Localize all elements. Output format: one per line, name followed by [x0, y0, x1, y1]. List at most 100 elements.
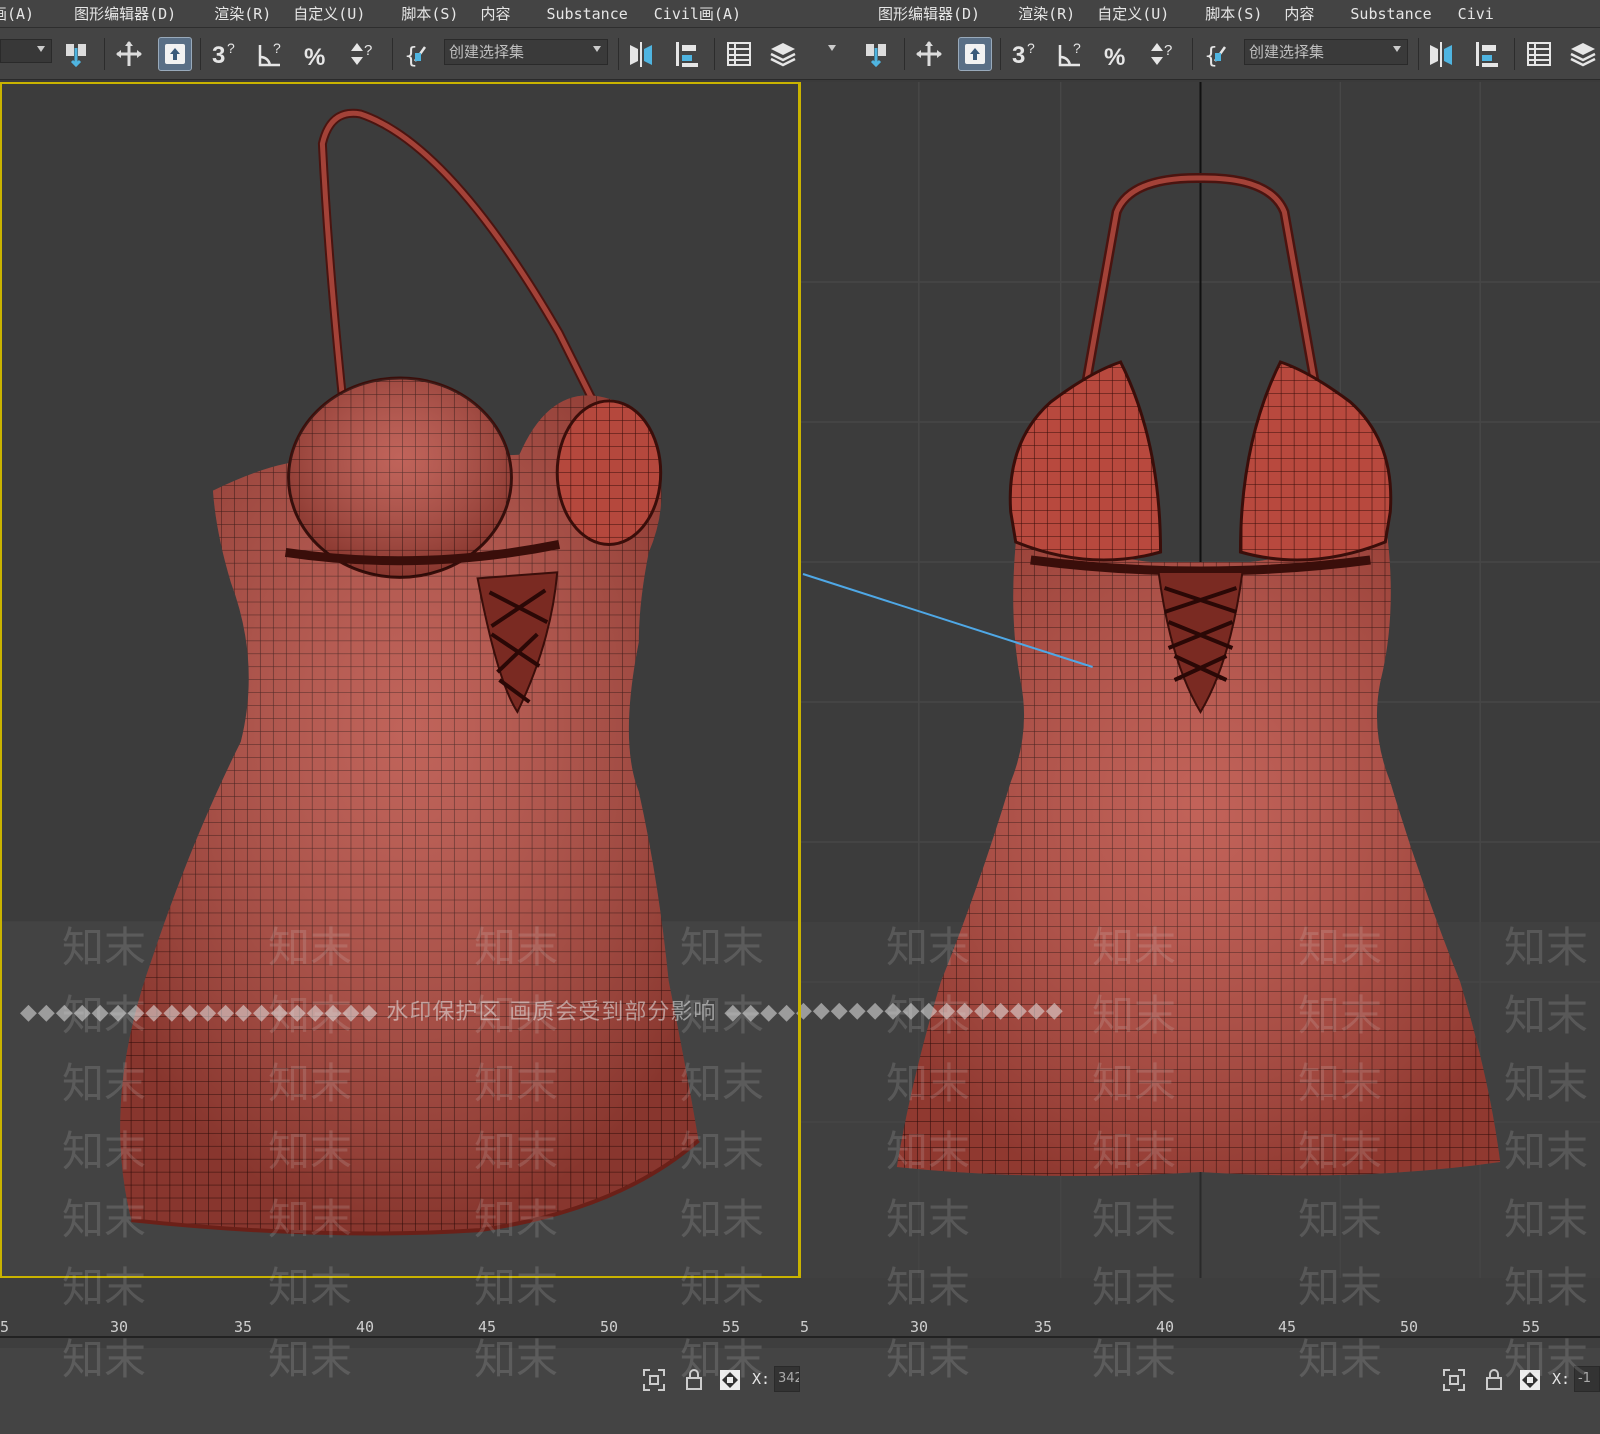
svg-text:?: ? [1027, 40, 1035, 56]
named-selection-icon[interactable]: { [1200, 37, 1234, 71]
scene-explorer-icon[interactable] [722, 37, 756, 71]
right-window: 图形编辑器(D) 渲染(R) 自定义(U) 脚本(S) 内容 Substance… [800, 0, 1600, 1434]
angle-snap-icon[interactable]: ? [254, 37, 288, 71]
menu-animation[interactable]: 画(A) [0, 3, 56, 24]
left-window: 画(A) 图形编辑器(D) 渲染(R) 自定义(U) 脚本(S) 内容 Subs… [0, 0, 800, 1434]
main-toolbar: 3? ? % ? { 创建选择集 [0, 28, 800, 80]
menu-bar: 图形编辑器(D) 渲染(R) 自定义(U) 脚本(S) 内容 Substance… [800, 0, 1600, 28]
svg-text:3: 3 [1012, 42, 1025, 69]
snap-3d-icon[interactable]: 3? [208, 37, 242, 71]
tick-label: 35 [1034, 1318, 1053, 1336]
tick-label: 35 [234, 1318, 253, 1336]
x-coordinate-value: -1 [1578, 1371, 1591, 1386]
selection-set-dropdown[interactable]: 创建选择集 [1244, 39, 1408, 65]
menu-rendering[interactable]: 渲染(R) [1018, 3, 1097, 24]
selection-lock-icon[interactable] [1442, 1368, 1466, 1392]
menu-bar: 画(A) 图形编辑器(D) 渲染(R) 自定义(U) 脚本(S) 内容 Subs… [0, 0, 800, 28]
menu-content[interactable]: 内容 [1284, 3, 1336, 24]
svg-text:3: 3 [212, 42, 225, 69]
align-icon[interactable] [1470, 37, 1504, 71]
tick-label: 30 [110, 1318, 129, 1336]
percent-snap-icon[interactable]: % [1100, 37, 1134, 71]
svg-text:?: ? [273, 40, 281, 56]
tick-label: 5 [0, 1318, 10, 1336]
svg-text:?: ? [364, 42, 372, 59]
tick-label: 55 [722, 1318, 741, 1336]
angle-snap-icon[interactable]: ? [1054, 37, 1088, 71]
x-coordinate-value: 342 [778, 1371, 799, 1386]
viewport-front[interactable]: ◆◆◆◆◆◆◆◆◆◆◆◆◆◆◆◆◆◆◆◆ 水印保护区 画质会受到部分影响 ◆◆◆… [800, 82, 1600, 1278]
menu-civil-view[interactable]: Civil画(A) [654, 3, 763, 24]
tick-label: 45 [478, 1318, 497, 1336]
x-coordinate-field[interactable]: -1 [1574, 1366, 1600, 1392]
mirror-icon[interactable] [624, 37, 658, 71]
select-link-icon[interactable] [60, 37, 94, 71]
chevron-down-icon [37, 46, 45, 52]
spinner-snap-icon[interactable]: ? [346, 37, 380, 71]
menu-scripting[interactable]: 脚本(S) [401, 3, 480, 24]
chevron-down-icon [1393, 46, 1401, 52]
spinner-snap-icon[interactable]: ? [1146, 37, 1180, 71]
dress-model-front [801, 82, 1600, 1278]
scene-explorer-icon[interactable] [1522, 37, 1556, 71]
selection-filter-dropdown[interactable] [800, 39, 842, 63]
move-icon[interactable] [112, 37, 146, 71]
lock-icon[interactable] [1482, 1368, 1506, 1392]
named-selection-icon[interactable]: { [400, 37, 434, 71]
time-slider[interactable]: 5 30 35 40 45 50 55 [0, 1278, 800, 1348]
menu-customize[interactable]: 自定义(U) [293, 3, 387, 24]
menu-graph-editors[interactable]: 图形编辑器(D) [74, 3, 198, 24]
layer-icon[interactable] [1566, 37, 1600, 71]
snap-3d-icon[interactable]: 3? [1008, 37, 1042, 71]
menu-scripting[interactable]: 脚本(S) [1205, 3, 1284, 24]
time-slider[interactable]: 5 30 35 40 45 50 55 [800, 1278, 1600, 1348]
chevron-down-icon [593, 46, 601, 52]
selection-set-label: 创建选择集 [449, 43, 525, 61]
chevron-down-icon [828, 45, 836, 51]
menu-graph-editors[interactable]: 图形编辑器(D) [878, 3, 1002, 24]
menu-content[interactable]: 内容 [480, 3, 532, 24]
tick-label: 50 [1400, 1318, 1419, 1336]
status-bar: X: -1 [800, 1348, 1600, 1434]
tick-label: 45 [1278, 1318, 1297, 1336]
selection-set-label: 创建选择集 [1249, 43, 1325, 61]
svg-text:%: % [1104, 44, 1125, 69]
menu-substance[interactable]: Substance [1350, 5, 1453, 23]
svg-text:?: ? [1164, 42, 1172, 59]
selection-set-dropdown[interactable]: 创建选择集 [444, 39, 608, 65]
tick-label: 5 [800, 1318, 810, 1336]
selection-lock-icon[interactable] [642, 1368, 666, 1392]
mirror-icon[interactable] [1424, 37, 1458, 71]
percent-snap-icon[interactable]: % [300, 37, 334, 71]
select-link-icon[interactable] [860, 37, 894, 71]
x-coordinate-label: X: [1552, 1370, 1571, 1388]
absolute-mode-icon[interactable] [718, 1368, 742, 1392]
select-object-icon[interactable] [958, 37, 992, 71]
svg-text:?: ? [1073, 40, 1081, 56]
select-object-icon[interactable] [158, 37, 192, 71]
align-icon[interactable] [670, 37, 704, 71]
absolute-mode-icon[interactable] [1518, 1368, 1542, 1392]
tick-label: 30 [910, 1318, 929, 1336]
svg-text:?: ? [227, 40, 235, 56]
move-icon[interactable] [912, 37, 946, 71]
tick-label: 55 [1522, 1318, 1541, 1336]
menu-rendering[interactable]: 渲染(R) [214, 3, 293, 24]
tick-label: 40 [1156, 1318, 1175, 1336]
x-coordinate-field[interactable]: 342 [774, 1366, 800, 1392]
tick-label: 40 [356, 1318, 375, 1336]
watermark-banner: ◆◆◆◆◆◆◆◆◆◆◆◆◆◆◆◆◆◆◆◆ 水印保护区 画质会受到部分影响 ◆◆◆… [20, 1000, 798, 1025]
watermark-banner: ◆◆◆◆◆◆◆◆◆◆◆◆◆◆◆◆◆◆◆◆ 水印保护区 画质会受到部分影响 ◆◆◆… [801, 998, 1063, 1023]
main-toolbar: 3? ? % ? { 创建选择集 [800, 28, 1600, 80]
layer-icon[interactable] [766, 37, 800, 71]
menu-substance[interactable]: Substance [546, 5, 649, 23]
selection-filter-dropdown[interactable] [0, 39, 52, 63]
menu-civil-view[interactable]: Civi [1458, 5, 1516, 23]
tick-label: 50 [600, 1318, 619, 1336]
viewport-perspective[interactable]: ◆◆◆◆◆◆◆◆◆◆◆◆◆◆◆◆◆◆◆◆ 水印保护区 画质会受到部分影响 ◆◆◆… [0, 82, 800, 1278]
x-coordinate-label: X: [752, 1370, 771, 1388]
svg-text:%: % [304, 44, 325, 69]
lock-icon[interactable] [682, 1368, 706, 1392]
status-bar: X: 342 [0, 1348, 800, 1434]
menu-customize[interactable]: 自定义(U) [1097, 3, 1191, 24]
